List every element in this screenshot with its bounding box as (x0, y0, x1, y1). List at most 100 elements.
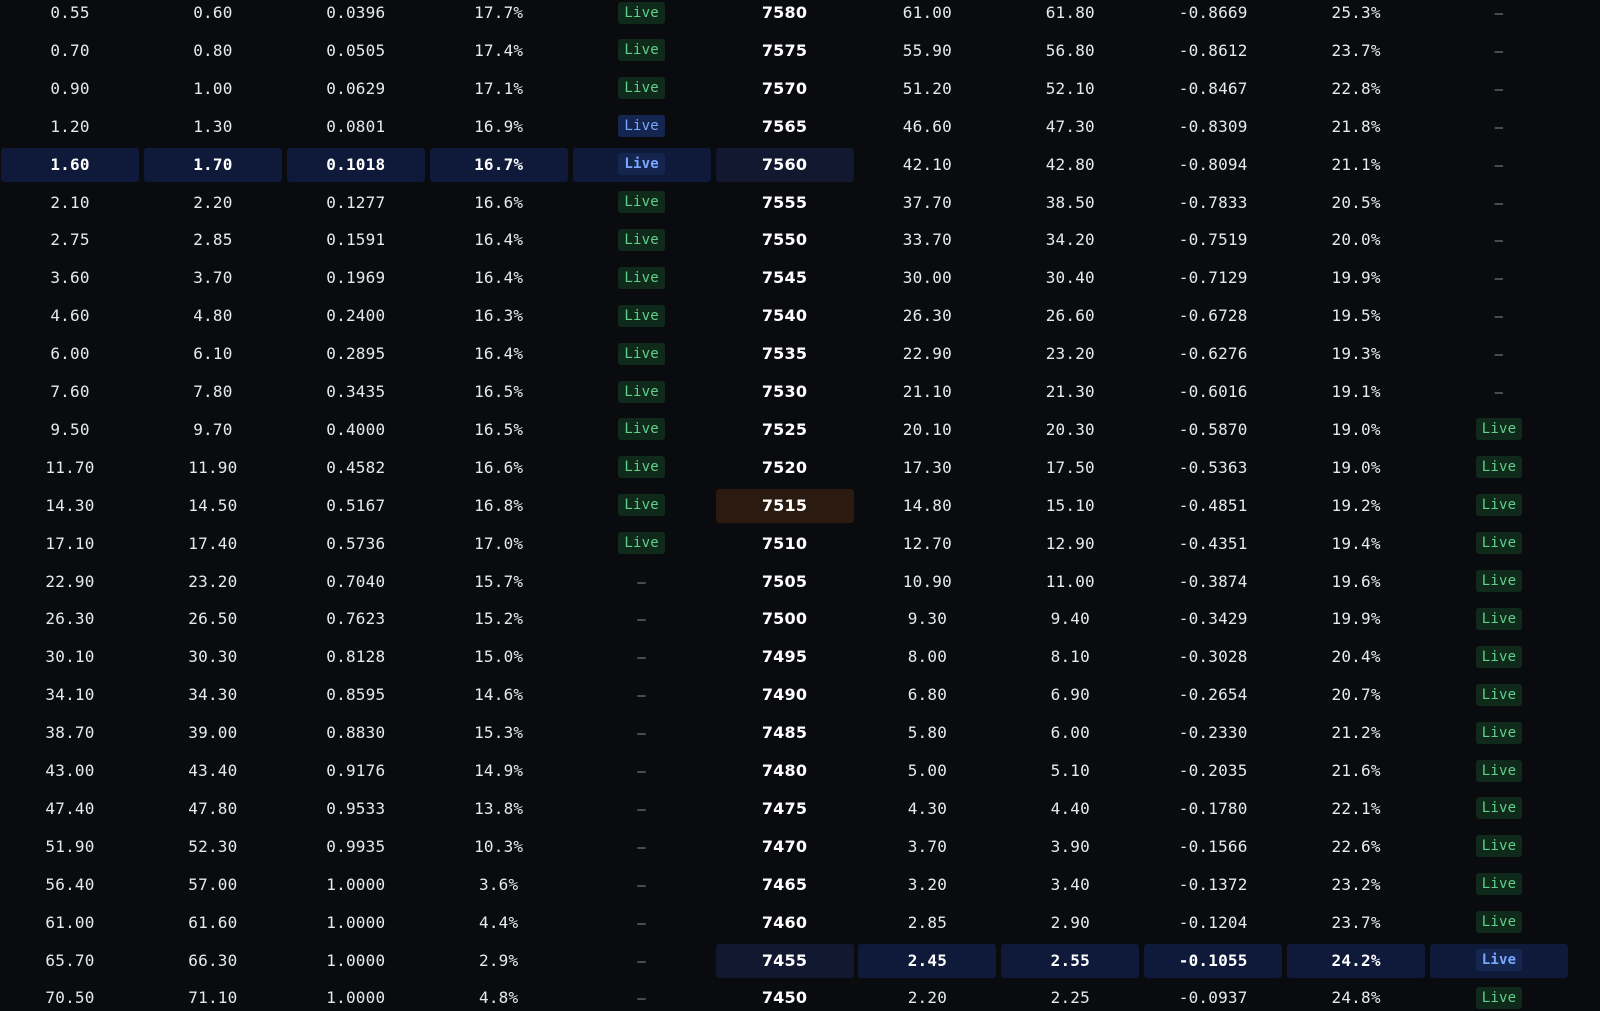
put-bid-cell[interactable]: 33.70 (858, 223, 996, 257)
put-status-cell[interactable]: – (1430, 34, 1568, 68)
call-delta-cell[interactable]: 0.5167 (287, 489, 425, 523)
call-status-cell[interactable]: Live (573, 223, 711, 257)
call-ask-cell[interactable]: 0.60 (144, 0, 282, 30)
put-iv-cell[interactable]: 19.4% (1287, 527, 1425, 561)
call-bid-cell[interactable]: 3.60 (1, 261, 139, 295)
call-status-cell[interactable]: – (573, 716, 711, 750)
call-bid-cell[interactable]: 1.20 (1, 110, 139, 144)
put-ask-cell[interactable]: 47.30 (1001, 110, 1139, 144)
call-bid-cell[interactable]: 70.50 (1, 981, 139, 1011)
call-bid-cell[interactable]: 26.30 (1, 602, 139, 636)
put-status-cell[interactable]: Live (1430, 830, 1568, 864)
call-status-cell[interactable]: – (573, 792, 711, 826)
put-status-cell[interactable]: Live (1430, 489, 1568, 523)
call-delta-cell[interactable]: 0.7040 (287, 565, 425, 599)
call-status-cell[interactable]: Live (573, 72, 711, 106)
call-bid-cell[interactable]: 9.50 (1, 413, 139, 447)
call-status-cell[interactable]: Live (573, 375, 711, 409)
put-delta-cell[interactable]: -0.8309 (1144, 110, 1282, 144)
put-status-cell[interactable]: Live (1430, 906, 1568, 940)
put-status-cell[interactable]: Live (1430, 413, 1568, 447)
table-row[interactable]: 70.50 71.10 1.0000 4.8% – 7450 2.20 2.25 -0.0937… (0, 981, 1600, 1011)
table-row[interactable]: 30.10 30.30 0.8128 15.0% – 7495 8.00 8.10 -0.302… (0, 640, 1600, 674)
call-iv-cell[interactable]: 16.9% (430, 110, 568, 144)
call-delta-cell[interactable]: 1.0000 (287, 981, 425, 1011)
call-status-cell[interactable]: – (573, 868, 711, 902)
put-iv-cell[interactable]: 21.2% (1287, 716, 1425, 750)
put-bid-cell[interactable]: 42.10 (858, 148, 996, 182)
put-iv-cell[interactable]: 21.1% (1287, 148, 1425, 182)
call-status-cell[interactable]: Live (573, 337, 711, 371)
put-ask-cell[interactable]: 26.60 (1001, 299, 1139, 333)
put-status-cell[interactable]: Live (1430, 981, 1568, 1011)
call-status-cell[interactable]: – (573, 678, 711, 712)
put-bid-cell[interactable]: 9.30 (858, 602, 996, 636)
call-iv-cell[interactable]: 16.6% (430, 451, 568, 485)
call-iv-cell[interactable]: 15.2% (430, 602, 568, 636)
call-bid-cell[interactable]: 51.90 (1, 830, 139, 864)
call-bid-cell[interactable]: 11.70 (1, 451, 139, 485)
put-status-cell[interactable]: – (1430, 337, 1568, 371)
put-iv-cell[interactable]: 21.8% (1287, 110, 1425, 144)
put-ask-cell[interactable]: 2.90 (1001, 906, 1139, 940)
put-iv-cell[interactable]: 22.8% (1287, 72, 1425, 106)
call-iv-cell[interactable]: 4.8% (430, 981, 568, 1011)
call-status-cell[interactable]: – (573, 602, 711, 636)
call-ask-cell[interactable]: 1.00 (144, 72, 282, 106)
put-iv-cell[interactable]: 20.7% (1287, 678, 1425, 712)
call-status-cell[interactable]: Live (573, 261, 711, 295)
put-ask-cell[interactable]: 3.40 (1001, 868, 1139, 902)
call-ask-cell[interactable]: 11.90 (144, 451, 282, 485)
table-row[interactable]: 22.90 23.20 0.7040 15.7% – 7505 10.90 11.00 -0.3… (0, 565, 1600, 599)
put-status-cell[interactable]: Live (1430, 451, 1568, 485)
put-status-cell[interactable]: Live (1430, 868, 1568, 902)
call-status-cell[interactable]: – (573, 944, 711, 978)
call-bid-cell[interactable]: 4.60 (1, 299, 139, 333)
put-delta-cell[interactable]: -0.4851 (1144, 489, 1282, 523)
call-ask-cell[interactable]: 2.85 (144, 223, 282, 257)
put-delta-cell[interactable]: -0.8612 (1144, 34, 1282, 68)
put-iv-cell[interactable]: 20.0% (1287, 223, 1425, 257)
table-row[interactable]: 51.90 52.30 0.9935 10.3% – 7470 3.70 3.90 -0.156… (0, 830, 1600, 864)
put-bid-cell[interactable]: 3.70 (858, 830, 996, 864)
put-ask-cell[interactable]: 30.40 (1001, 261, 1139, 295)
put-delta-cell[interactable]: -0.7129 (1144, 261, 1282, 295)
call-ask-cell[interactable]: 26.50 (144, 602, 282, 636)
put-ask-cell[interactable]: 6.00 (1001, 716, 1139, 750)
call-iv-cell[interactable]: 4.4% (430, 906, 568, 940)
call-bid-cell[interactable]: 34.10 (1, 678, 139, 712)
put-bid-cell[interactable]: 2.20 (858, 981, 996, 1011)
put-iv-cell[interactable]: 19.0% (1287, 413, 1425, 447)
put-bid-cell[interactable]: 51.20 (858, 72, 996, 106)
put-delta-cell[interactable]: -0.3028 (1144, 640, 1282, 674)
call-ask-cell[interactable]: 57.00 (144, 868, 282, 902)
call-bid-cell[interactable]: 14.30 (1, 489, 139, 523)
put-ask-cell[interactable]: 8.10 (1001, 640, 1139, 674)
call-iv-cell[interactable]: 15.0% (430, 640, 568, 674)
call-delta-cell[interactable]: 0.2895 (287, 337, 425, 371)
table-row[interactable]: 0.55 0.60 0.0396 17.7% Live 7580 61.00 61.80 -0.… (0, 0, 1600, 30)
put-ask-cell[interactable]: 34.20 (1001, 223, 1139, 257)
call-iv-cell[interactable]: 17.7% (430, 0, 568, 30)
call-ask-cell[interactable]: 4.80 (144, 299, 282, 333)
put-iv-cell[interactable]: 19.6% (1287, 565, 1425, 599)
call-iv-cell[interactable]: 14.9% (430, 754, 568, 788)
put-delta-cell[interactable]: -0.6276 (1144, 337, 1282, 371)
call-iv-cell[interactable]: 3.6% (430, 868, 568, 902)
call-bid-cell[interactable]: 47.40 (1, 792, 139, 826)
table-row[interactable]: 1.60 1.70 0.1018 16.7% Live 7560 42.10 42.80 -0.… (0, 147, 1600, 182)
put-ask-cell[interactable]: 5.10 (1001, 754, 1139, 788)
put-ask-cell[interactable]: 9.40 (1001, 602, 1139, 636)
table-row[interactable]: 0.70 0.80 0.0505 17.4% Live 7575 55.90 56.80 -0.… (0, 34, 1600, 68)
call-status-cell[interactable]: Live (573, 110, 711, 144)
put-iv-cell[interactable]: 23.7% (1287, 34, 1425, 68)
table-row[interactable]: 7.60 7.80 0.3435 16.5% Live 7530 21.10 21.30 -0.… (0, 375, 1600, 409)
call-status-cell[interactable]: – (573, 906, 711, 940)
call-delta-cell[interactable]: 0.1018 (286, 147, 425, 182)
call-iv-cell[interactable]: 15.3% (430, 716, 568, 750)
put-status-cell[interactable]: Live (1430, 678, 1568, 712)
call-bid-cell[interactable]: 7.60 (1, 375, 139, 409)
call-iv-cell[interactable]: 16.4% (430, 261, 568, 295)
put-status-cell[interactable]: Live (1430, 565, 1568, 599)
call-iv-cell[interactable]: 16.7% (429, 147, 568, 182)
